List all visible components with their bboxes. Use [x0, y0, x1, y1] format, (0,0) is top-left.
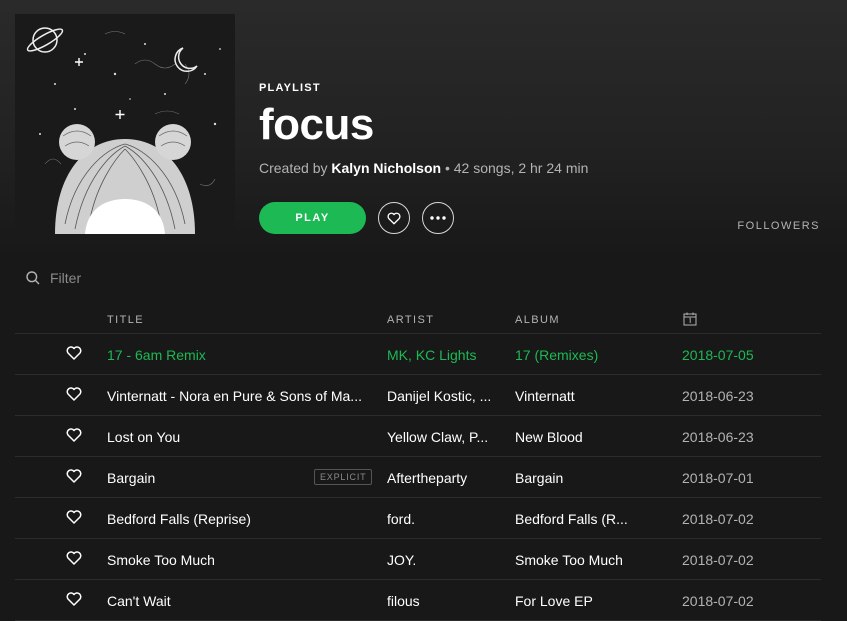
track-artist[interactable]: filous — [387, 593, 499, 609]
followers-label: FOLLOWERS — [737, 220, 820, 232]
track-date-added: 2018-07-02 — [682, 511, 754, 527]
track-artist[interactable]: JOY. — [387, 552, 499, 568]
playlist-type-label: PLAYLIST — [259, 82, 321, 94]
track-artist[interactable]: ford. — [387, 511, 499, 527]
heart-icon[interactable] — [66, 551, 82, 565]
track-artist[interactable]: Aftertheparty — [387, 470, 499, 486]
track-row[interactable]: 17 - 6am Remix MK, KC Lights 17 (Remixes… — [15, 334, 821, 375]
heart-icon[interactable] — [66, 469, 82, 483]
more-icon — [430, 216, 446, 220]
track-album[interactable]: Bargain — [515, 470, 633, 486]
track-album[interactable]: New Blood — [515, 429, 633, 445]
column-header-album[interactable]: ALBUM — [515, 314, 560, 326]
track-title: Lost on You — [107, 429, 181, 445]
track-artist[interactable]: Danijel Kostic, ... — [387, 388, 499, 404]
track-row[interactable]: Lost on You Yellow Claw, P... New Blood … — [15, 416, 821, 457]
track-album[interactable]: Vinternatt — [515, 388, 633, 404]
track-artist[interactable]: MK, KC Lights — [387, 347, 499, 363]
track-title: Vinternatt - Nora en Pure & Sons of Ma..… — [107, 388, 362, 404]
created-by-prefix: Created by — [259, 160, 332, 176]
track-date-added: 2018-07-05 — [682, 347, 754, 363]
save-heart-button[interactable] — [378, 202, 410, 234]
track-date-added: 2018-07-01 — [682, 470, 754, 486]
playlist-info: PLAYLIST focus Created by Kalyn Nicholso… — [259, 82, 588, 176]
track-date-added: 2018-06-23 — [682, 388, 754, 404]
track-title: Smoke Too Much — [107, 552, 215, 568]
play-button[interactable]: PLAY — [259, 202, 366, 234]
more-options-button[interactable] — [422, 202, 454, 234]
playlist-cover-art — [15, 14, 235, 234]
column-header-title[interactable]: TITLE — [107, 314, 144, 326]
track-table-header: TITLE ARTIST ALBUM — [15, 306, 821, 334]
track-row[interactable]: Smoke Too Much JOY. Smoke Too Much 2018-… — [15, 539, 821, 580]
playlist-meta: Created by Kalyn Nicholson • 42 songs, 2… — [259, 160, 588, 176]
track-title: Bargain — [107, 470, 156, 486]
playlist-stats: • 42 songs, 2 hr 24 min — [441, 160, 589, 176]
playlist-author-link[interactable]: Kalyn Nicholson — [331, 160, 441, 176]
track-album[interactable]: Bedford Falls (R... — [515, 511, 633, 527]
track-date-added: 2018-07-02 — [682, 593, 754, 609]
heart-icon[interactable] — [66, 428, 82, 442]
column-header-artist[interactable]: ARTIST — [387, 314, 434, 326]
explicit-badge: EXPLICIT — [314, 469, 373, 485]
track-date-added: 2018-06-23 — [682, 429, 754, 445]
track-album[interactable]: Smoke Too Much — [515, 552, 633, 568]
heart-icon[interactable] — [66, 387, 82, 401]
track-title: Can't Wait — [107, 593, 171, 609]
heart-icon[interactable] — [66, 510, 82, 524]
calendar-icon — [683, 312, 697, 326]
filter-input[interactable] — [50, 270, 250, 286]
playlist-actions: PLAY — [259, 202, 454, 234]
track-album[interactable]: For Love EP — [515, 593, 633, 609]
heart-icon — [387, 212, 401, 224]
track-table: TITLE ARTIST ALBUM 17 - 6am Remix MK, KC… — [15, 306, 821, 621]
search-icon — [26, 271, 40, 285]
track-row[interactable]: Bargain EXPLICIT Aftertheparty Bargain 2… — [15, 457, 821, 498]
track-album[interactable]: 17 (Remixes) — [515, 347, 633, 363]
track-title: Bedford Falls (Reprise) — [107, 511, 251, 527]
filter-bar — [26, 270, 250, 286]
track-row[interactable]: Vinternatt - Nora en Pure & Sons of Ma..… — [15, 375, 821, 416]
heart-icon[interactable] — [66, 592, 82, 606]
heart-icon[interactable] — [66, 346, 82, 360]
track-date-added: 2018-07-02 — [682, 552, 754, 568]
playlist-title: focus — [259, 100, 374, 149]
track-artist[interactable]: Yellow Claw, P... — [387, 429, 499, 445]
column-header-date[interactable] — [683, 312, 697, 329]
track-row[interactable]: Bedford Falls (Reprise) ford. Bedford Fa… — [15, 498, 821, 539]
track-title: 17 - 6am Remix — [107, 347, 206, 363]
